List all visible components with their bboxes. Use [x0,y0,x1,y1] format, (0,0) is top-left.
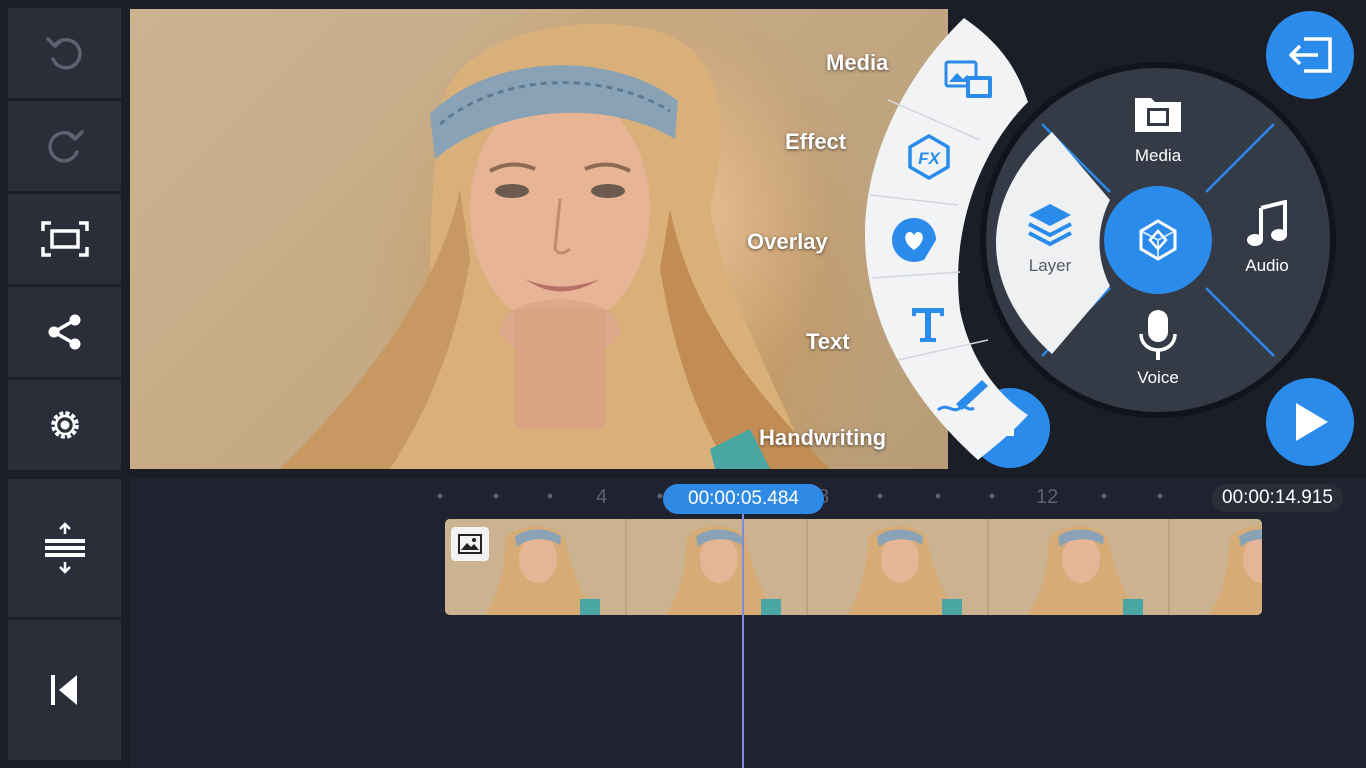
menu-voice[interactable]: Voice [1118,308,1198,390]
microphone-icon [1139,310,1177,360]
menu-audio-label: Audio [1245,256,1289,275]
svg-text:FX: FX [918,149,941,168]
menu-media-label: Media [1134,146,1182,165]
clip-thumbnails [445,519,1262,615]
app-logo-icon [1139,219,1177,261]
undo-button[interactable] [8,8,121,98]
share-button[interactable] [8,287,121,377]
radial-menu-center-button[interactable] [1104,186,1212,294]
menu-media[interactable]: Media [1118,92,1198,168]
video-clip[interactable] [445,519,1262,615]
redo-button[interactable] [8,101,121,191]
settings-button[interactable] [8,380,121,470]
text-t-icon [912,308,944,342]
exit-arrow-icon [1289,37,1332,73]
fullscreen-icon [40,221,89,257]
redo-icon [47,130,84,163]
menu-audio[interactable]: Audio [1227,198,1307,278]
fan-label-overlay[interactable]: Overlay [747,229,828,255]
menu-layer[interactable]: Layer [1010,198,1090,280]
skip-to-start-button[interactable] [8,620,121,760]
ruler-label-4: 4 [596,486,608,508]
fx-icon: FX [908,134,950,180]
settings-gear-icon [50,411,79,439]
fan-label-media[interactable]: Media [826,50,888,76]
menu-layer-label: Layer [1028,256,1072,275]
skip-to-start-icon [50,675,77,705]
play-icon [1296,403,1328,441]
fan-label-text[interactable]: Text [806,329,850,355]
layer-stack-icon [1028,204,1072,247]
media-folder-icon [1135,98,1181,132]
timeline[interactable]: 4 8 12 00:00:14.915 00:00:05. [130,478,1366,768]
fan-label-handwriting[interactable]: Handwriting [759,425,886,451]
music-note-icon [1247,200,1287,246]
timeline-expand-icon [44,522,85,574]
share-icon [48,314,80,350]
playhead-line[interactable] [742,508,744,768]
total-time-label: 00:00:14.915 [1212,484,1343,512]
fan-label-effect[interactable]: Effect [785,129,846,155]
image-icon [458,534,482,554]
sticker-heart-icon [892,218,936,262]
fan-text-item[interactable] [898,298,958,354]
ruler-label-12: 12 [1036,486,1059,508]
current-time-label[interactable]: 00:00:05.484 [663,484,824,514]
fan-effect-item[interactable]: FX [898,130,958,186]
timeline-expand-button[interactable] [8,479,121,617]
play-button[interactable] [1266,378,1354,466]
menu-voice-label: Voice [1137,368,1179,387]
fan-overlay-item[interactable] [886,212,946,268]
clip-type-badge [451,527,489,561]
fullscreen-button[interactable] [8,194,121,284]
exit-button[interactable] [1266,11,1354,99]
undo-icon [45,37,82,70]
